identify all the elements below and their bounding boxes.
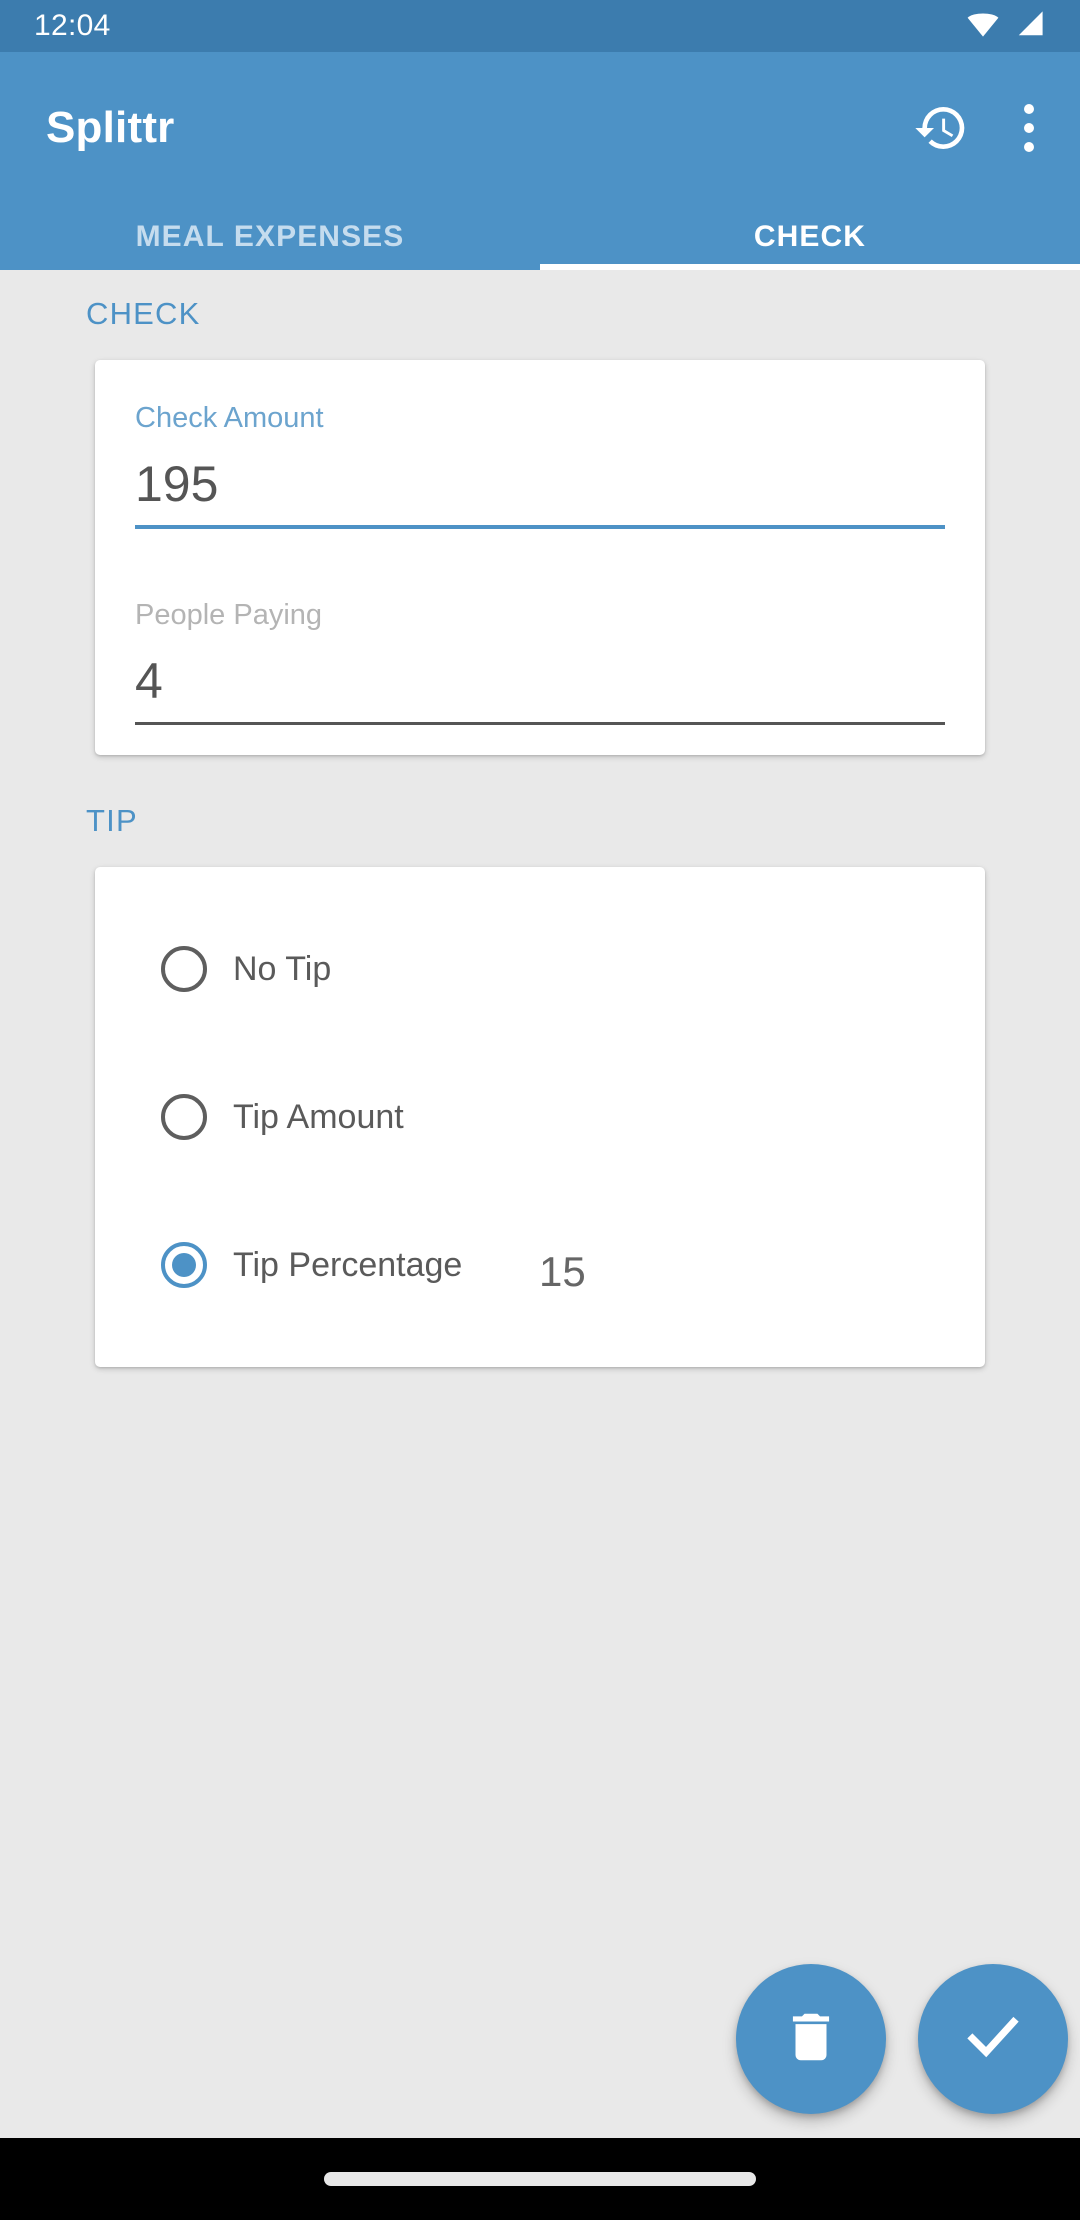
tab-bar: MEAL EXPENSES CHECK (0, 204, 1080, 270)
tip-percentage-input[interactable]: 15 (535, 1237, 945, 1293)
app-screen: 12:04 Splittr MEAL EXPENSES CHECK CHECK … (0, 0, 1080, 2220)
tab-meal-expenses-label: MEAL EXPENSES (135, 220, 405, 253)
radio-tip-percentage-icon[interactable] (161, 1242, 207, 1288)
check-amount-underline (135, 525, 945, 529)
home-gesture-pill[interactable] (324, 2172, 756, 2186)
tip-section-heading: TIP (86, 803, 138, 838)
people-paying-underline (135, 722, 945, 725)
check-card: Check Amount 195 People Paying 4 (95, 360, 985, 755)
radio-no-tip-icon[interactable] (161, 946, 207, 992)
history-icon[interactable] (912, 99, 970, 157)
check-amount-label: Check Amount (135, 402, 324, 434)
app-title: Splittr (46, 103, 175, 152)
tip-amount-input-value (535, 1089, 945, 1145)
cellular-signal-icon (1014, 10, 1046, 43)
wifi-icon (966, 10, 1000, 43)
tab-check-label: CHECK (753, 220, 867, 253)
tab-meal-expenses[interactable]: MEAL EXPENSES (0, 204, 540, 270)
tip-card: No Tip Tip Amount Tip Percentage 15 (95, 867, 985, 1367)
status-bar-icons (966, 10, 1046, 43)
people-paying-value[interactable]: 4 (135, 630, 945, 722)
trash-icon (780, 2006, 842, 2073)
check-amount-value[interactable]: 195 (135, 433, 945, 525)
confirm-fab[interactable] (918, 1964, 1068, 2114)
content-area: CHECK Check Amount 195 People Paying 4 T… (0, 270, 1080, 2140)
check-amount-field[interactable]: Check Amount 195 (95, 404, 985, 529)
check-icon (960, 2004, 1026, 2075)
system-navigation-bar (0, 2138, 1080, 2220)
tip-option-tip-amount[interactable]: Tip Amount (95, 1043, 985, 1191)
tip-option-tip-percentage-label: Tip Percentage (233, 1245, 463, 1284)
tab-check[interactable]: CHECK (540, 204, 1080, 270)
tip-option-no-tip-label: No Tip (233, 949, 332, 988)
tip-amount-input[interactable] (535, 1089, 945, 1145)
status-bar: 12:04 (0, 0, 1080, 52)
check-section-heading: CHECK (86, 296, 201, 331)
tip-option-tip-amount-label: Tip Amount (233, 1097, 404, 1136)
floating-action-buttons (0, 1920, 1080, 2140)
tip-option-tip-percentage[interactable]: Tip Percentage 15 (95, 1191, 985, 1339)
app-bar: Splittr (0, 52, 1080, 204)
overflow-menu-icon[interactable] (1024, 99, 1034, 157)
radio-tip-amount-icon[interactable] (161, 1094, 207, 1140)
delete-fab[interactable] (736, 1964, 886, 2114)
status-clock: 12:04 (34, 9, 111, 42)
app-bar-actions (912, 99, 1034, 157)
tip-percentage-input-value: 15 (539, 1248, 586, 1295)
people-paying-label: People Paying (135, 599, 323, 631)
tip-option-no-tip[interactable]: No Tip (95, 895, 985, 1043)
people-paying-field[interactable]: People Paying 4 (95, 601, 985, 725)
